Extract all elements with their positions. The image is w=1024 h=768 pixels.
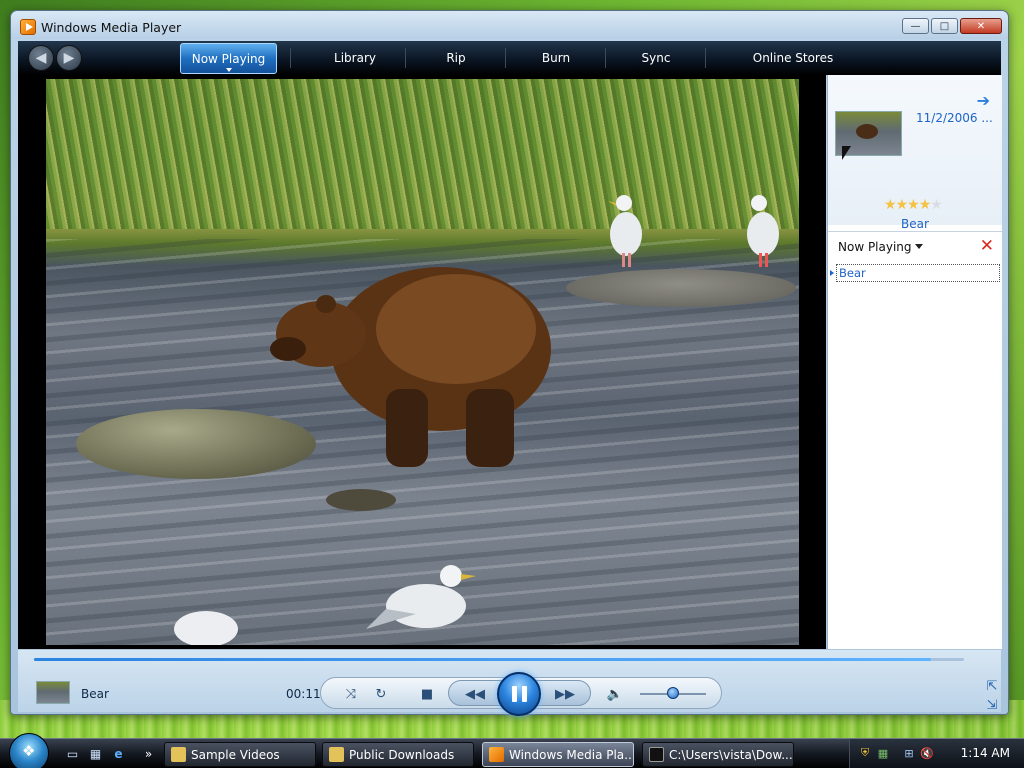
playlist-header: Now Playing ✕ [828,231,1002,259]
nav-separator [405,48,406,68]
tab-library[interactable]: Library [303,41,407,75]
tab-now-playing[interactable]: Now Playing [180,43,277,74]
video-frame [46,79,799,645]
star-rating[interactable]: ★★★★★ [884,197,943,213]
media-title-link[interactable]: Bear [828,217,1002,231]
tab-label: Library [334,51,376,65]
internet-explorer-icon[interactable]: e [110,746,127,761]
tab-label: Online Stores [752,51,834,65]
video-display[interactable] [18,75,826,649]
taskbar: ▭ ▦ e » Sample Videos Public Downloads W… [0,733,1024,768]
nav-separator [505,48,506,68]
star-icon[interactable]: ★ [907,197,920,213]
grass-bank [46,79,799,229]
volume-icon[interactable]: 🔈 [604,684,626,704]
chevron-down-icon[interactable] [915,244,923,249]
seagull-image [174,611,238,645]
playing-indicator-icon [830,270,834,276]
minimize-button[interactable]: — [902,18,929,34]
now-playing-thumbnail [36,681,70,704]
pause-button[interactable] [497,672,541,716]
star-icon[interactable]: ★ [930,197,943,213]
maximize-button[interactable]: □ [931,18,958,34]
task-sample-videos[interactable]: Sample Videos [164,742,316,767]
folder-icon [171,747,186,762]
seagull-image [366,565,476,629]
star-icon[interactable]: ★ [919,197,932,213]
mouse-cursor-icon [842,146,851,160]
repeat-icon[interactable]: ↻ [370,684,392,704]
window-controls: — □ ✕ [902,18,1002,34]
nav-separator [605,48,606,68]
task-label: Sample Videos [191,747,280,762]
stop-icon[interactable]: ■ [416,684,438,704]
task-windows-media-player[interactable]: Windows Media Pla... [482,742,634,767]
list-pane: ➔ 11/2/2006 ... ★★★★★ Bear Now Playing ✕… [827,75,1002,649]
task-label: C:\Users\vista\Dow... [669,747,793,762]
close-button[interactable]: ✕ [960,18,1002,34]
start-button[interactable] [9,733,49,768]
forward-arrow-icon[interactable]: ▶ [56,45,82,71]
tab-online-stores[interactable]: Online Stores [718,41,868,75]
media-date-link[interactable]: 11/2/2006 ... [916,111,993,125]
tab-label: Now Playing [191,51,266,66]
command-prompt-icon [649,747,664,762]
fullscreen-icon[interactable]: ⇱ [984,678,1000,694]
back-arrow-icon[interactable]: ◀ [28,45,54,71]
playlist-title[interactable]: Now Playing [838,240,912,254]
nav-separator [705,48,706,68]
pause-icon [512,686,517,702]
volume-slider-thumb[interactable] [667,687,679,699]
next-icon[interactable]: ▶▶ [554,684,576,704]
seek-bar-progress [34,658,932,661]
playback-controls: Bear 00:11 ⤨ ↻ ■ ◀◀ ▶▶ 🔈 ⇱ ⇲ [18,650,1001,716]
tab-sync[interactable]: Sync [608,41,704,75]
chevron-down-icon[interactable] [225,68,232,72]
tab-label: Rip [446,51,466,65]
task-label: Public Downloads [349,747,455,762]
nav-bar: ◀ ▶ Now Playing Library Rip Burn Sync On… [18,41,1001,75]
task-label: Windows Media Pla... [509,747,634,762]
pause-icon [522,686,527,702]
tab-rip[interactable]: Rip [408,41,504,75]
media-info-panel: ➔ 11/2/2006 ... ★★★★★ Bear [828,75,1002,231]
quick-launch-overflow-icon[interactable]: » [140,746,157,761]
window-title: Windows Media Player [41,20,182,35]
elapsed-time[interactable]: 00:11 [286,687,321,701]
network-icon[interactable]: ⊞ [902,746,916,760]
show-desktop-icon[interactable]: ▭ [64,746,81,761]
nav-separator [290,48,291,68]
bear-image [270,267,551,467]
folder-icon [329,747,344,762]
media-player-icon [20,19,36,35]
title-bar[interactable]: Windows Media Player — □ ✕ [11,11,1008,39]
task-command-prompt[interactable]: C:\Users\vista\Dow... [642,742,794,767]
tab-label: Burn [541,51,571,65]
seagull-image [747,195,779,267]
star-icon[interactable]: ★ [896,197,909,213]
switch-windows-icon[interactable]: ▦ [87,746,104,761]
star-icon[interactable]: ★ [884,197,897,213]
volume-muted-icon[interactable]: 🔇 [920,746,934,760]
clear-list-icon[interactable]: ✕ [980,236,994,256]
switch-to-compact-mode-icon[interactable]: ⇲ [984,697,1000,713]
system-tray: ⛨ ▦ ⊞ 🔇 1:14 AM [849,739,1024,768]
playlist-item[interactable]: Bear [836,264,1000,282]
clock[interactable]: 1:14 AM [961,746,1010,760]
rock [326,489,396,511]
media-player-window: Windows Media Player — □ ✕ ◀ ▶ Now Playi… [10,10,1009,716]
task-public-downloads[interactable]: Public Downloads [322,742,474,767]
windows-update-icon[interactable]: ▦ [876,746,890,760]
seagull-image [608,195,642,267]
tab-burn[interactable]: Burn [508,41,604,75]
forward-arrow-icon[interactable]: ➔ [977,91,990,110]
media-player-icon [489,747,504,762]
previous-icon[interactable]: ◀◀ [464,684,486,704]
security-shield-icon[interactable]: ⛨ [858,746,872,760]
rock [566,269,796,307]
seek-bar[interactable] [34,658,964,661]
shuffle-icon[interactable]: ⤨ [340,684,362,704]
tab-label: Sync [641,51,671,65]
now-playing-title: Bear [81,687,109,701]
